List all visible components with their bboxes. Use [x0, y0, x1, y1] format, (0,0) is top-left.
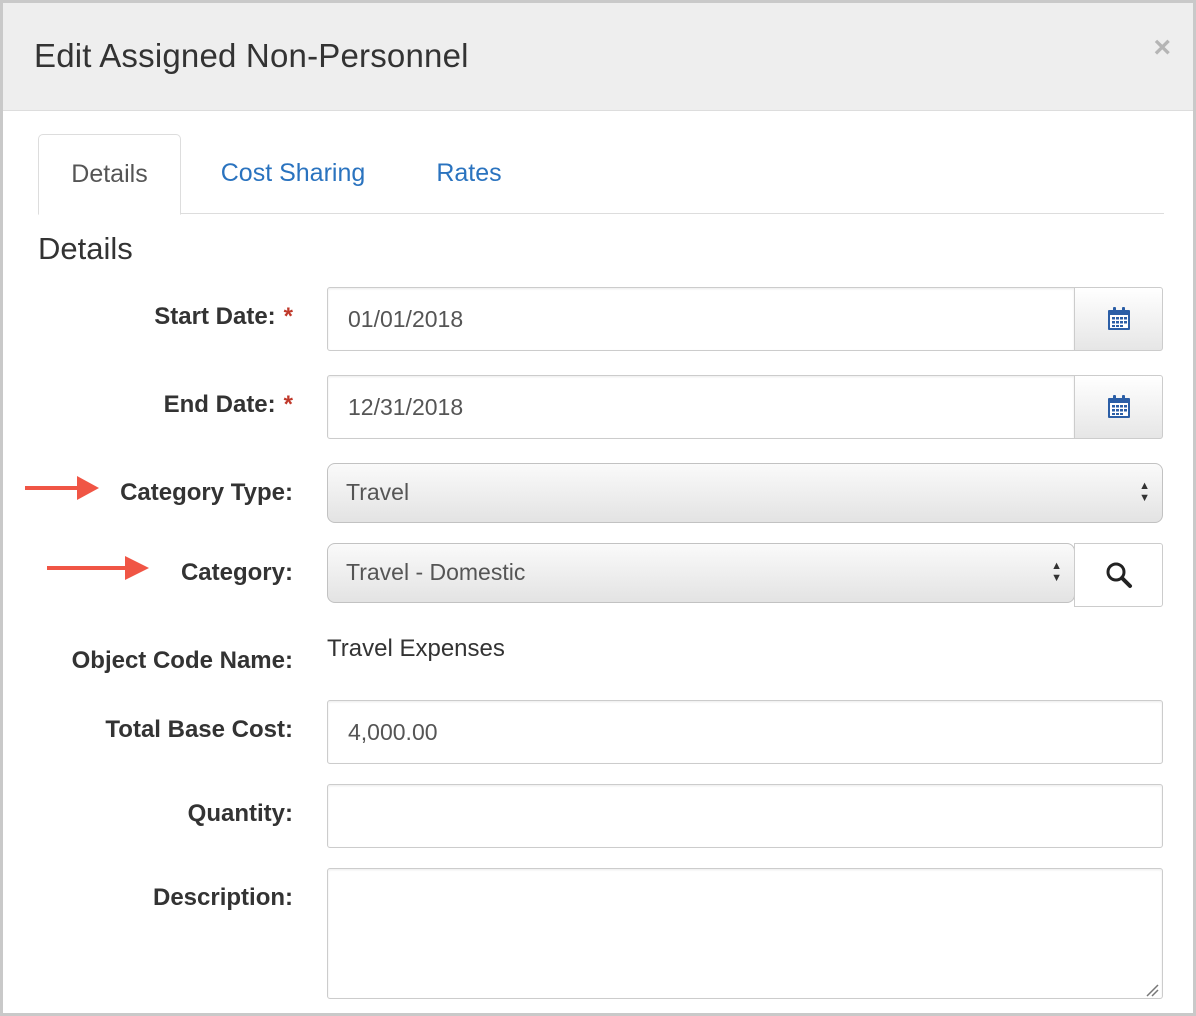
modal-header: Edit Assigned Non-Personnel × — [3, 3, 1193, 111]
category-type-selected: Travel — [346, 479, 410, 505]
search-icon — [1106, 562, 1132, 588]
total-base-cost-input[interactable] — [327, 700, 1163, 764]
start-date-calendar-button[interactable] — [1074, 287, 1163, 351]
indicator-arrow-icon — [47, 556, 149, 580]
resize-grip-icon[interactable] — [1145, 983, 1159, 997]
end-date-label-text: End Date: — [163, 391, 276, 418]
indicator-arrow-icon — [25, 476, 99, 500]
description-label: Description: — [152, 884, 293, 911]
edit-non-personnel-modal: Edit Assigned Non-Personnel × Details Co… — [0, 0, 1196, 1016]
required-mark: * — [283, 303, 293, 330]
object-code-name-label: Object Code Name: — [71, 647, 293, 674]
tab-rates[interactable]: Rates — [434, 134, 504, 214]
object-code-name-value: Travel Expenses — [327, 635, 505, 662]
required-mark: * — [283, 391, 293, 418]
category-type-label: Category Type: — [120, 479, 293, 506]
category-label: Category: — [180, 559, 293, 586]
tab-bar: Details Cost Sharing Rates — [38, 134, 1164, 215]
start-date-label: Start Date: * — [154, 303, 293, 331]
end-date-calendar-button[interactable] — [1074, 375, 1163, 439]
start-date-input[interactable] — [327, 287, 1075, 351]
category-selected: Travel - Domestic — [346, 559, 526, 585]
modal-title: Edit Assigned Non-Personnel — [34, 37, 469, 74]
section-title: Details — [38, 231, 133, 266]
close-icon[interactable]: × — [1153, 33, 1171, 63]
category-search-button[interactable] — [1074, 543, 1163, 607]
select-arrows-icon: ▲ ▼ — [1051, 560, 1062, 584]
quantity-label: Quantity: — [187, 800, 293, 827]
category-select[interactable]: Travel - Domestic ▲ ▼ — [327, 543, 1075, 603]
end-date-label: End Date: * — [164, 391, 293, 419]
tab-cost-sharing[interactable]: Cost Sharing — [217, 134, 369, 214]
quantity-input[interactable] — [327, 784, 1163, 848]
tab-details[interactable]: Details — [38, 134, 181, 215]
calendar-icon — [1107, 395, 1130, 418]
calendar-icon — [1107, 307, 1130, 330]
end-date-input[interactable] — [327, 375, 1075, 439]
category-type-select[interactable]: Travel ▲ ▼ — [327, 463, 1163, 523]
start-date-label-text: Start Date: — [154, 303, 276, 330]
total-base-cost-label: Total Base Cost: — [105, 716, 293, 743]
select-arrows-icon: ▲ ▼ — [1139, 480, 1150, 504]
description-textarea[interactable] — [327, 868, 1163, 999]
